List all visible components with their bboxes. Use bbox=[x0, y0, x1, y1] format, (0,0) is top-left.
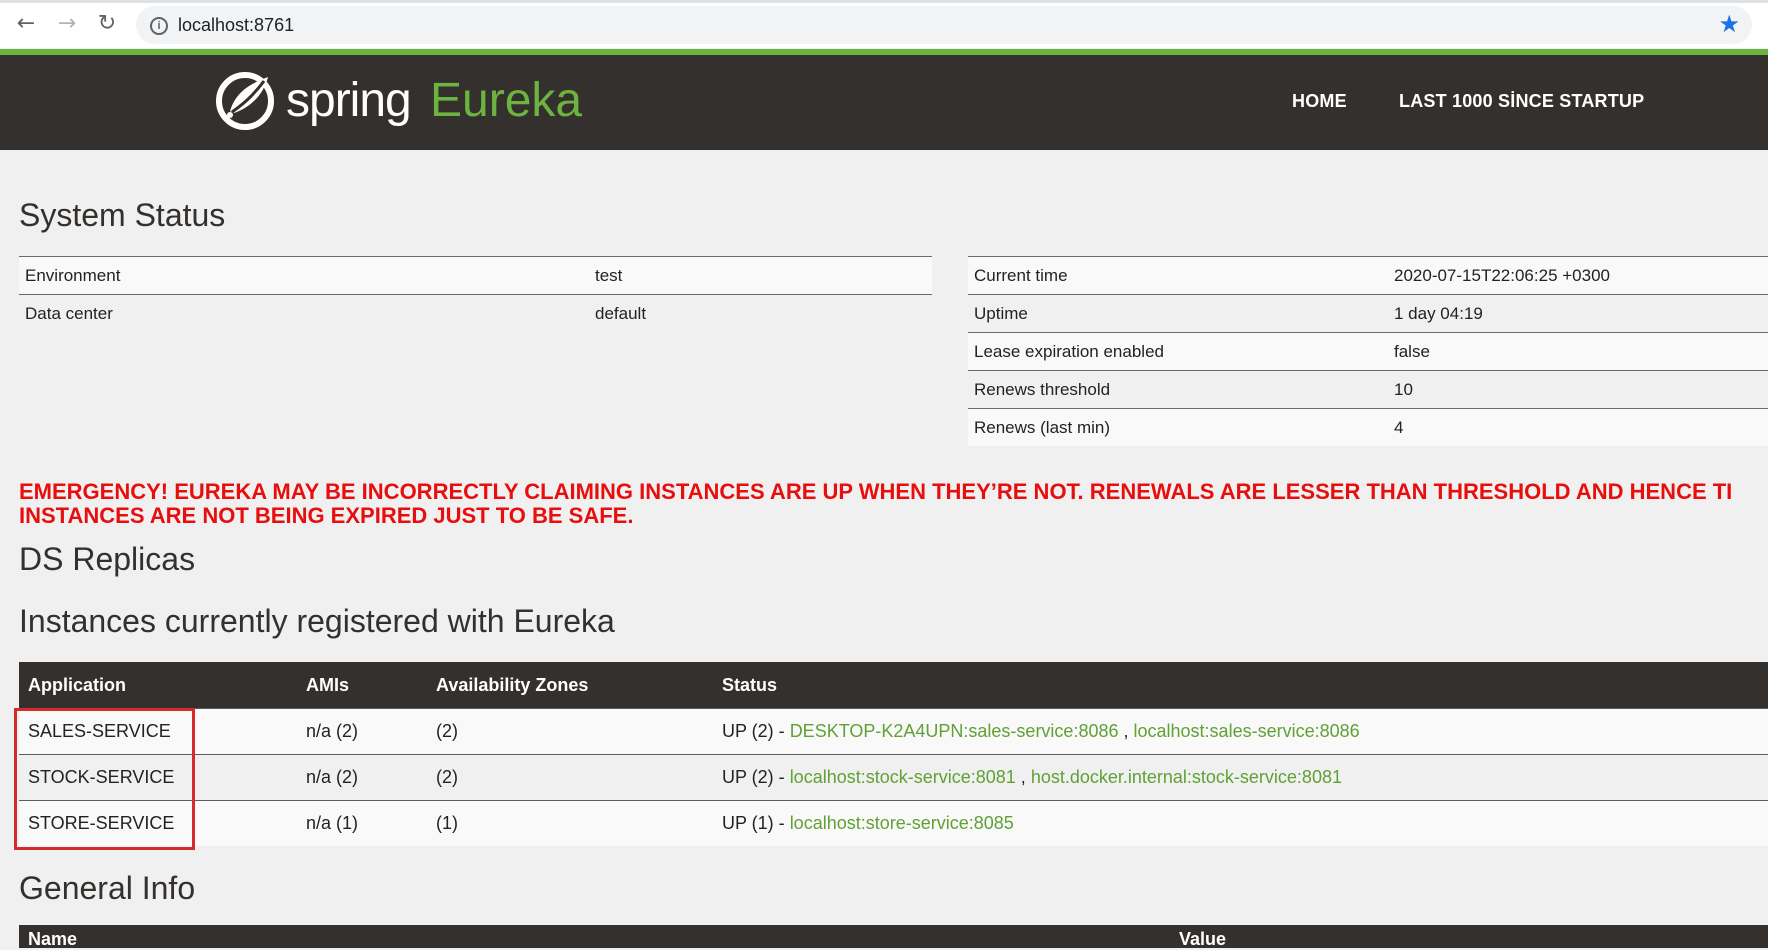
instance-link[interactable]: DESKTOP-K2A4UPN:sales-service:8086 bbox=[790, 721, 1119, 741]
reload-icon[interactable]: ↻ bbox=[93, 10, 121, 38]
column-header-status: Status bbox=[713, 662, 1768, 709]
status-label: Environment bbox=[19, 256, 589, 295]
status-value: test bbox=[589, 256, 932, 295]
status-label: Data center bbox=[19, 294, 589, 332]
info-icon[interactable]: i bbox=[150, 17, 168, 35]
status-cell: UP (2) - DESKTOP-K2A4UPN:sales-service:8… bbox=[713, 708, 1768, 755]
status-value: default bbox=[589, 294, 932, 332]
forward-arrow-icon[interactable]: → bbox=[53, 10, 81, 38]
instance-link[interactable]: localhost:stock-service:8081 bbox=[790, 767, 1016, 787]
amis-value: n/a (2) bbox=[297, 708, 427, 755]
bookmark-star-icon[interactable]: ★ bbox=[1718, 10, 1740, 38]
logo-word-eureka: Eureka bbox=[430, 74, 583, 127]
system-status-title: System Status bbox=[19, 197, 226, 233]
instances-header-row: Application AMIs Availability Zones Stat… bbox=[19, 662, 1768, 709]
instance-link[interactable]: localhost:sales-service:8086 bbox=[1134, 721, 1360, 741]
back-arrow-icon[interactable]: ← bbox=[12, 10, 40, 38]
system-status-left-table: Environment test Data center default bbox=[19, 256, 932, 332]
table-row: Data center default bbox=[19, 294, 932, 332]
system-status-right-table: Current time 2020-07-15T22:06:25 +0300 U… bbox=[968, 256, 1768, 446]
status-cell: UP (1) - localhost:store-service:8085 bbox=[713, 800, 1768, 846]
amis-value: n/a (2) bbox=[297, 754, 427, 801]
column-header-zones: Availability Zones bbox=[427, 662, 713, 709]
instance-link[interactable]: localhost:store-service:8085 bbox=[790, 813, 1014, 833]
table-row: Lease expiration enabled false bbox=[968, 332, 1768, 371]
status-text: UP (1) - bbox=[722, 813, 790, 833]
emergency-line-2: INSTANCES ARE NOT BEING EXPIRED JUST TO … bbox=[19, 503, 634, 528]
status-cell: UP (2) - localhost:stock-service:8081 , … bbox=[713, 754, 1768, 801]
spring-leaf-icon bbox=[216, 72, 274, 130]
table-row: Current time 2020-07-15T22:06:25 +0300 bbox=[968, 256, 1768, 295]
table-row: Environment test bbox=[19, 256, 932, 295]
amis-value: n/a (1) bbox=[297, 800, 427, 846]
status-label: Current time bbox=[968, 256, 1388, 295]
status-text: UP (2) - bbox=[722, 767, 790, 787]
table-row: Renews (last min) 4 bbox=[968, 408, 1768, 446]
eureka-header: spring Eureka HOME LAST 1000 SİNCE START… bbox=[0, 55, 1768, 150]
nav-home[interactable]: HOME bbox=[1292, 91, 1347, 112]
zones-value: (1) bbox=[427, 800, 713, 846]
instance-link[interactable]: host.docker.internal:stock-service:8081 bbox=[1031, 767, 1342, 787]
status-value: 10 bbox=[1388, 370, 1768, 409]
logo-word-spring: spring bbox=[286, 74, 412, 127]
emergency-line-1: EMERGENCY! EUREKA MAY BE INCORRECTLY CLA… bbox=[19, 479, 1733, 504]
table-row: Renews threshold 10 bbox=[968, 370, 1768, 409]
url-text[interactable]: localhost:8761 bbox=[178, 15, 294, 36]
column-header-amis: AMIs bbox=[297, 662, 427, 709]
status-value: 1 day 04:19 bbox=[1388, 294, 1768, 333]
status-label: Renews threshold bbox=[968, 370, 1388, 409]
instances-title: Instances currently registered with Eure… bbox=[19, 603, 615, 639]
instances-table: Application AMIs Availability Zones Stat… bbox=[19, 662, 1768, 846]
status-label: Lease expiration enabled bbox=[968, 332, 1388, 371]
table-row: STORE-SERVICE n/a (1) (1) UP (1) - local… bbox=[19, 800, 1768, 846]
address-bar[interactable]: i localhost:8761 ★ bbox=[136, 6, 1752, 44]
zones-value: (2) bbox=[427, 754, 713, 801]
table-row: SALES-SERVICE n/a (2) (2) UP (2) - DESKT… bbox=[19, 708, 1768, 755]
status-value: 2020-07-15T22:06:25 +0300 bbox=[1388, 256, 1768, 295]
column-header-application: Application bbox=[19, 662, 297, 709]
table-row: STOCK-SERVICE n/a (2) (2) UP (2) - local… bbox=[19, 754, 1768, 801]
status-value: 4 bbox=[1388, 408, 1768, 446]
ds-replicas-title: DS Replicas bbox=[19, 541, 196, 577]
highlight-box bbox=[14, 708, 195, 850]
tab-strip-edge bbox=[0, 0, 1768, 3]
status-value: false bbox=[1388, 332, 1768, 371]
general-info-title: General Info bbox=[19, 870, 196, 906]
general-info-header-row: Name Value bbox=[19, 925, 1768, 949]
browser-toolbar: ← → ↻ i localhost:8761 ★ bbox=[0, 0, 1768, 48]
status-label: Uptime bbox=[968, 294, 1388, 333]
zones-value: (2) bbox=[427, 708, 713, 755]
column-header-value: Value bbox=[1179, 929, 1227, 949]
nav-last-1000[interactable]: LAST 1000 SİNCE STARTUP bbox=[1399, 91, 1644, 112]
status-label: Renews (last min) bbox=[968, 408, 1388, 446]
column-header-name: Name bbox=[28, 929, 78, 949]
emergency-warning: EMERGENCY! EUREKA MAY BE INCORRECTLY CLA… bbox=[19, 480, 1768, 528]
table-row: Uptime 1 day 04:19 bbox=[968, 294, 1768, 333]
status-text: UP (2) - bbox=[722, 721, 790, 741]
